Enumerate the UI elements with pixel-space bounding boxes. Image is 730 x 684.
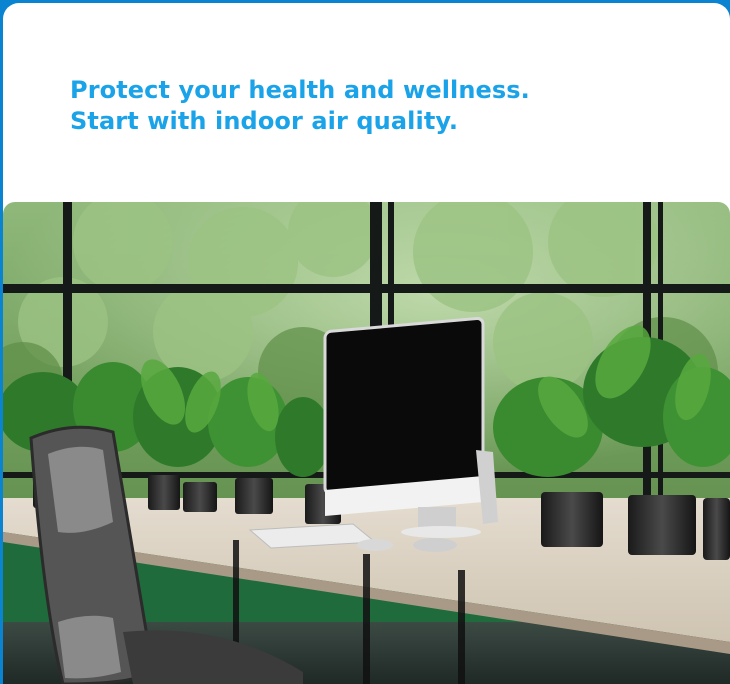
headline: Protect your health and wellness. Start … bbox=[70, 75, 530, 137]
headline-line-2: Start with indoor air quality. bbox=[70, 107, 459, 135]
office-plants-photo bbox=[3, 202, 730, 684]
headline-line-1: Protect your health and wellness. bbox=[70, 76, 530, 104]
mouse bbox=[357, 539, 393, 551]
promo-card: Protect your health and wellness. Start … bbox=[3, 3, 730, 684]
